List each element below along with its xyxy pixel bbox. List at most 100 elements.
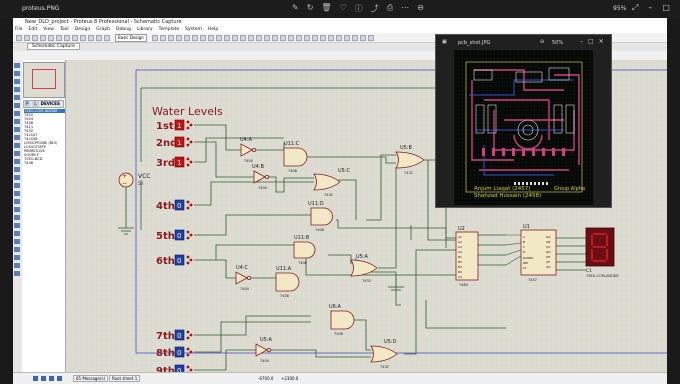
make-device-icon[interactable] [296,35,302,41]
erc-icon[interactable] [368,35,374,41]
new-sheet-icon[interactable] [344,35,350,41]
marker-icon[interactable] [14,239,20,244]
gerber-icon[interactable] [80,35,86,41]
pick-device-tab[interactable]: P [24,101,30,107]
generator-icon[interactable] [14,151,20,156]
minimize-icon[interactable]: – [648,3,652,13]
delete-icon[interactable]: 🗑 [321,3,331,14]
zoom-out-icon[interactable]: ⊖ [417,3,424,14]
tab-schematic-capture[interactable]: Schematic Capture [27,43,80,50]
menu-tool[interactable]: Tool [60,26,69,33]
text-icon[interactable] [14,223,20,228]
open-file-icon[interactable] [24,35,30,41]
step-icon[interactable] [41,376,46,381]
fullscreen-icon[interactable]: ⤢ [632,3,638,13]
pan-icon[interactable] [176,35,182,41]
current-probe-icon[interactable] [14,167,20,172]
text-script-icon[interactable] [14,95,20,100]
menu-file[interactable]: File [15,26,23,33]
menu-template[interactable]: Template [159,26,180,33]
save-icon[interactable] [32,35,38,41]
menu-debug[interactable]: Debug [116,26,131,33]
menu-edit[interactable]: Edit [29,26,38,33]
schematic-icon[interactable] [56,35,62,41]
chip-u2[interactable]: U2 7483 A1 A2 A3 A4 B1 B2 B3 B4 C0 [456,226,478,287]
graph-icon[interactable] [14,135,20,140]
decompose-icon[interactable] [312,35,318,41]
refresh-icon[interactable] [152,35,158,41]
voltage-probe-icon[interactable] [14,159,20,164]
new-file-icon[interactable] [16,35,22,41]
share-icon[interactable]: ⤴ [371,3,379,14]
pin-icon[interactable] [14,127,20,132]
menu-help[interactable]: Help [208,26,218,33]
block-delete-icon[interactable] [280,35,286,41]
paste-icon[interactable] [248,35,254,41]
menu-graph[interactable]: Graph [96,26,110,33]
bom-icon[interactable] [88,35,94,41]
instrument-icon[interactable] [14,175,20,180]
overview-preview[interactable] [23,62,65,98]
zoom-in-icon[interactable] [184,35,190,41]
print-icon[interactable]: ⎙ [387,3,393,14]
menu-library[interactable]: Library [137,26,153,33]
wire-label-icon[interactable] [14,87,20,92]
block-copy-icon[interactable] [256,35,262,41]
menu-system[interactable]: System [185,26,202,33]
netlist-icon[interactable] [360,35,366,41]
pcb-icon[interactable] [64,35,70,41]
zoom-area-icon[interactable] [208,35,214,41]
stop-icon[interactable] [57,376,62,381]
mirror-x-icon[interactable] [14,263,20,268]
help-icon[interactable] [104,35,110,41]
cut-icon[interactable] [232,35,238,41]
arc-icon[interactable] [14,207,20,212]
menu-design[interactable]: Design [75,26,91,33]
more-icon[interactable]: ⋯ [401,3,409,14]
design-combo[interactable]: Basic Design [115,34,147,42]
message-count[interactable]: 65 Message(s) [73,375,108,382]
copy-icon[interactable] [240,35,246,41]
search-icon[interactable] [328,35,334,41]
component-mode-icon[interactable] [14,71,20,76]
close-icon[interactable]: ✕ [599,38,609,45]
select-mode-icon[interactable] [14,63,20,68]
zoom-all-icon[interactable] [200,35,206,41]
3d-icon[interactable] [72,35,78,41]
close-icon[interactable] [40,35,46,41]
info-icon[interactable]: ⓘ [355,3,363,14]
circle-icon[interactable] [14,199,20,204]
symbol-icon[interactable] [14,231,20,236]
pick-device-icon[interactable] [288,35,294,41]
maximize-icon[interactable]: □ [588,38,599,45]
path-icon[interactable] [14,215,20,220]
undo-icon[interactable] [216,35,222,41]
tape-icon[interactable] [14,143,20,148]
rotate-ccw-icon[interactable] [14,255,20,260]
device-item[interactable]: 7446 [24,161,65,165]
origin-icon[interactable] [168,35,174,41]
line-icon[interactable] [14,183,20,188]
chip-u1[interactable]: U1 7447 A B C D BI/RBO RBI LT QA QB QC Q… [521,224,556,282]
bus-mode-icon[interactable] [14,103,20,108]
zoom-out-icon[interactable]: ⊖ [540,39,544,45]
home-icon[interactable] [48,35,54,41]
redo-icon[interactable] [224,35,230,41]
play-icon[interactable] [33,376,38,381]
minimize-icon[interactable]: – [580,38,588,45]
zoom-out-icon[interactable] [192,35,198,41]
library-tab[interactable]: L [32,101,38,107]
pause-icon[interactable] [49,376,54,381]
rotate-icon[interactable]: ↻ [307,3,314,14]
rotate-cw-icon[interactable] [14,247,20,252]
edit-icon[interactable]: ✎ [292,3,299,14]
heart-icon[interactable]: ♡ [340,3,347,14]
grid-icon[interactable] [160,35,166,41]
block-move-icon[interactable] [264,35,270,41]
remove-sheet-icon[interactable] [352,35,358,41]
menu-view[interactable]: View [43,26,54,33]
maximize-icon[interactable]: □ [662,3,670,13]
box-icon[interactable] [14,191,20,196]
wire-autoroute-icon[interactable] [320,35,326,41]
mirror-y-icon[interactable] [14,271,20,276]
